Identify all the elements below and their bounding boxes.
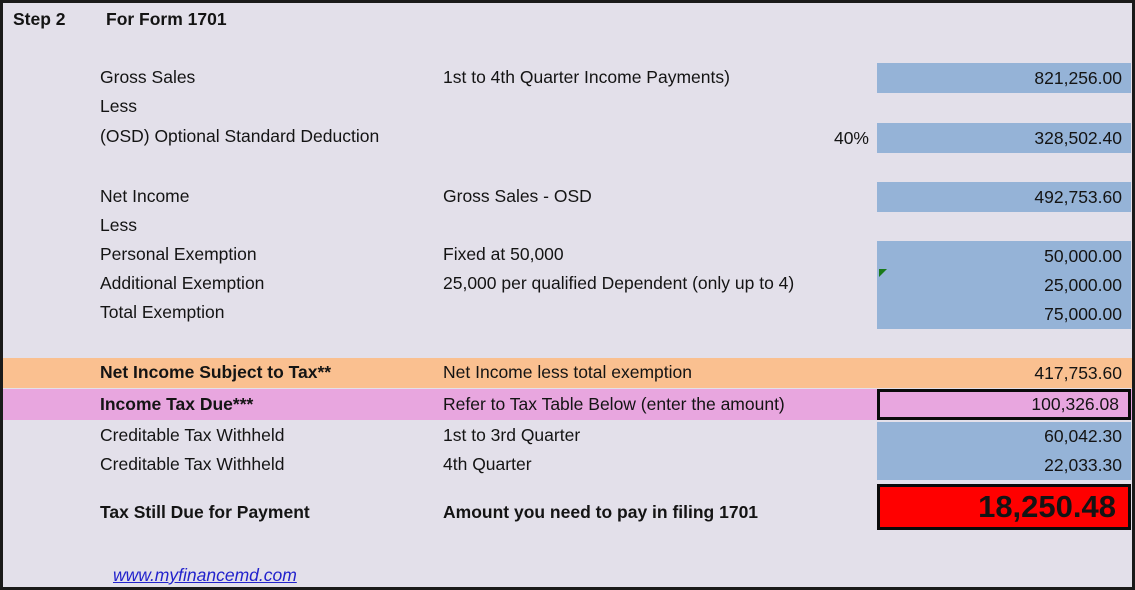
additional-exemption-description: 25,000 per qualified Dependent (only up …: [443, 273, 795, 294]
creditable-withheld-1-label: Creditable Tax Withheld: [100, 425, 285, 446]
personal-exemption-value: 50,000.00: [1044, 245, 1122, 266]
additional-exemption-value-cell[interactable]: 25,000.00: [877, 270, 1131, 300]
gross-sales-value-cell[interactable]: 821,256.00: [877, 63, 1131, 93]
net-income-subject-to-tax-description: Net Income less total exemption: [443, 362, 693, 383]
creditable-withheld-2-value: 22,033.30: [1044, 455, 1122, 475]
creditable-withheld-1-value: 60,042.30: [1044, 426, 1122, 446]
less-label-1: Less: [100, 96, 137, 117]
net-income-subject-to-tax-label: Net Income Subject to Tax**: [100, 362, 332, 383]
total-exemption-label: Total Exemption: [100, 302, 225, 323]
website-link[interactable]: www.myfinancemd.com: [113, 565, 297, 586]
total-exemption-value: 75,000.00: [1044, 303, 1122, 324]
tax-still-due-description: Amount you need to pay in filing 1701: [443, 502, 759, 523]
creditable-withheld-2-description: 4th Quarter: [443, 454, 532, 475]
net-income-value-cell[interactable]: 492,753.60: [877, 182, 1131, 212]
worksheet-canvas: Step 2 For Form 1701 821,256.00 328,502.…: [0, 0, 1135, 590]
income-tax-due-description: Refer to Tax Table Below (enter the amou…: [443, 394, 785, 415]
creditable-withheld-2-label: Creditable Tax Withheld: [100, 454, 285, 475]
osd-label: (OSD) Optional Standard Deduction: [100, 126, 380, 147]
personal-exemption-value-cell[interactable]: 50,000.00: [877, 241, 1131, 271]
personal-exemption-label: Personal Exemption: [100, 244, 257, 265]
step-label: Step 2: [13, 9, 66, 30]
form-title: For Form 1701: [106, 9, 227, 30]
gross-sales-description: 1st to 4th Quarter Income Payments): [443, 67, 730, 88]
net-income-value: 492,753.60: [1034, 186, 1122, 207]
tax-still-due-value-cell[interactable]: 18,250.48: [877, 484, 1131, 530]
creditable-withheld-1-description: 1st to 3rd Quarter: [443, 425, 581, 446]
osd-rate: 40%: [833, 128, 869, 148]
creditable-withheld-1-value-cell[interactable]: 60,042.30: [877, 422, 1131, 451]
income-tax-due-value-cell[interactable]: 100,326.08: [877, 389, 1131, 420]
personal-exemption-description: Fixed at 50,000: [443, 244, 564, 265]
tax-still-due-value: 18,250.48: [978, 489, 1116, 524]
gross-sales-label: Gross Sales: [100, 67, 196, 88]
gross-sales-value: 821,256.00: [1034, 67, 1122, 88]
creditable-withheld-2-value-cell[interactable]: 22,033.30: [877, 451, 1131, 480]
income-tax-due-label: Income Tax Due***: [100, 394, 254, 415]
additional-exemption-value: 25,000.00: [1044, 274, 1122, 295]
osd-value-cell[interactable]: 328,502.40: [877, 123, 1131, 153]
net-income-label: Net Income: [100, 186, 190, 207]
additional-exemption-label: Additional Exemption: [100, 273, 265, 294]
osd-value: 328,502.40: [1034, 127, 1122, 148]
income-tax-due-value: 100,326.08: [1031, 394, 1119, 414]
less-label-2: Less: [100, 215, 137, 236]
net-income-subject-to-tax-value-cell[interactable]: 417,753.60: [877, 358, 1131, 388]
total-exemption-value-cell[interactable]: 75,000.00: [877, 299, 1131, 329]
tax-still-due-label: Tax Still Due for Payment: [100, 502, 310, 523]
net-income-subject-to-tax-value: 417,753.60: [1034, 362, 1122, 383]
net-income-description: Gross Sales - OSD: [443, 186, 592, 207]
